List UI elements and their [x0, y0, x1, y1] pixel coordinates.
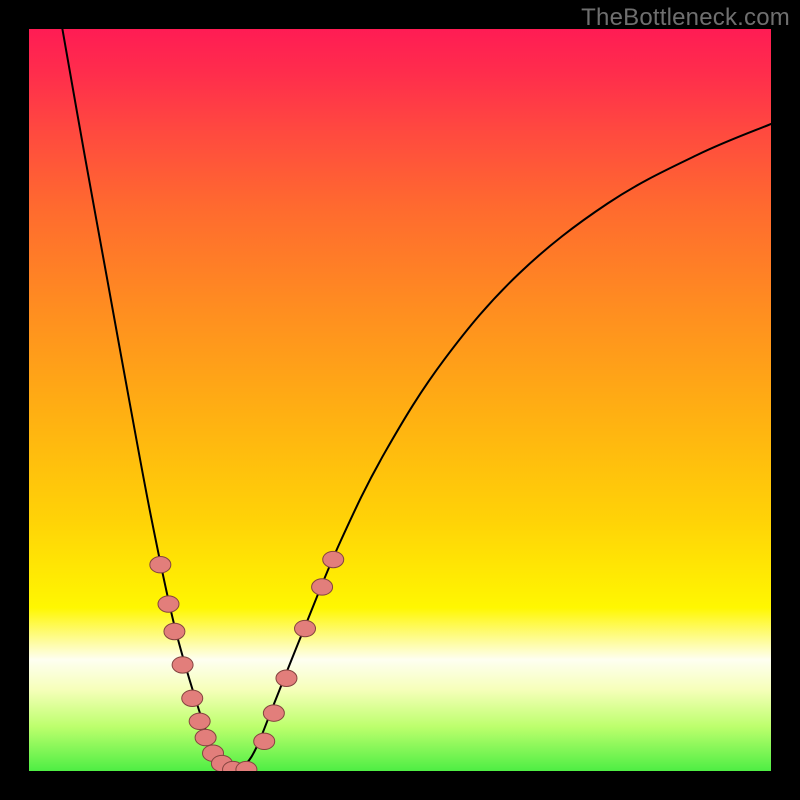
data-marker	[158, 596, 179, 612]
data-marker	[182, 690, 203, 706]
series-right-curve	[235, 124, 771, 771]
plot-area	[29, 29, 771, 771]
attribution-label: TheBottleneck.com	[581, 4, 790, 32]
series-left-curve	[62, 29, 235, 771]
data-marker	[150, 557, 171, 573]
data-marker	[189, 713, 210, 729]
data-marker	[276, 670, 297, 686]
chart-svg	[29, 29, 771, 771]
data-marker	[195, 729, 216, 745]
data-marker	[254, 733, 275, 749]
curve-layer	[62, 29, 771, 771]
data-marker	[323, 551, 344, 567]
data-marker	[312, 579, 333, 595]
data-marker	[172, 657, 193, 673]
chart-root: TheBottleneck.com	[0, 0, 800, 800]
data-marker	[295, 620, 316, 636]
marker-layer	[150, 551, 344, 771]
data-marker	[263, 705, 284, 721]
data-marker	[164, 623, 185, 639]
